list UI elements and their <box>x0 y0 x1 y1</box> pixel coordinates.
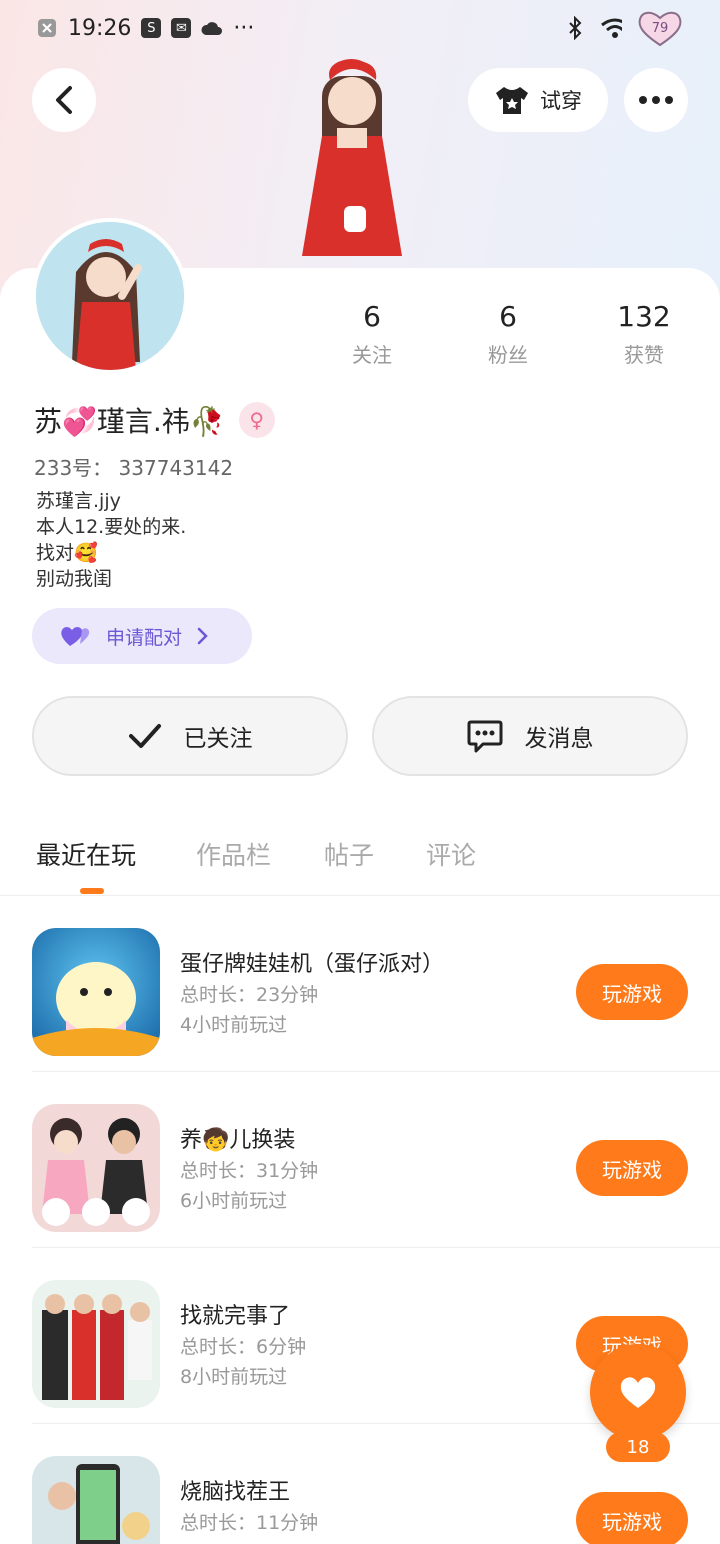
game-title: 蛋仔牌娃娃机（蛋仔派对） <box>180 952 445 977</box>
bottom-edge <box>0 1538 720 1544</box>
try-on-label: 试穿 <box>540 89 582 113</box>
game-list-item[interactable]: 蛋仔牌娃娃机（蛋仔派对） 总时长：23分钟 4小时前玩过 玩游戏 <box>0 896 720 1072</box>
send-message-button[interactable]: 发消息 <box>372 696 688 776</box>
bluetooth-icon <box>564 16 586 40</box>
stat-following[interactable]: 6 关注 <box>322 300 422 368</box>
clock: 19:26 <box>68 15 132 41</box>
female-gender-icon: ♀ <box>238 402 275 438</box>
bio-line: 找对🥰 <box>36 542 98 564</box>
play-game-button[interactable]: 玩游戏 <box>576 1140 688 1196</box>
user-nickname-row: 苏💞瑾言.祎🥀 ♀ <box>34 400 275 440</box>
active-tab-indicator <box>80 888 104 894</box>
bio-line: 本人12.要处的来. <box>36 516 187 538</box>
mail-notification-icon: ✉ <box>171 18 192 38</box>
likes-label: 获赞 <box>624 343 664 367</box>
double-heart-icon <box>61 627 90 646</box>
try-on-button[interactable]: 试穿 <box>468 68 608 132</box>
followed-button[interactable]: 已关注 <box>32 696 348 776</box>
likes-count: 132 <box>617 300 671 333</box>
followers-label: 粉丝 <box>488 343 528 367</box>
wifi-icon <box>600 17 622 39</box>
more-options-button[interactable] <box>624 68 688 132</box>
tab-works[interactable]: 作品栏 <box>196 836 271 872</box>
like-count-badge: 18 <box>606 1432 670 1462</box>
game-title: 找就完事了 <box>180 1304 291 1329</box>
shirt-icon <box>496 87 528 114</box>
followers-count: 6 <box>499 300 517 333</box>
more-notifications-icon: ··· <box>233 15 255 41</box>
app-notification-icon: S <box>141 18 162 38</box>
status-bar: 19:26 S ✉ ··· 79 <box>0 0 720 56</box>
following-label: 关注 <box>352 343 392 367</box>
notification-icon <box>36 17 58 39</box>
play-game-button[interactable]: 玩游戏 <box>576 964 688 1020</box>
game-icon <box>32 1456 160 1544</box>
game-title: 烧脑找茬王 <box>180 1480 291 1505</box>
apply-pair-label: 申请配对 <box>106 626 183 649</box>
chevron-left-icon <box>56 86 72 114</box>
back-button[interactable] <box>32 68 96 132</box>
apply-pair-button[interactable]: 申请配对 <box>32 608 252 664</box>
tab-comments[interactable]: 评论 <box>426 836 476 872</box>
following-count: 6 <box>363 300 381 333</box>
game-title: 养🧒儿换装 <box>180 1128 296 1153</box>
game-last-played: 8小时前玩过 <box>180 1366 288 1388</box>
send-message-label: 发消息 <box>524 726 594 752</box>
game-icon <box>32 928 160 1056</box>
bio-line: 苏瑾言.jjy <box>36 490 121 512</box>
game-icon <box>32 1280 160 1408</box>
game-list-item[interactable]: 养🧒儿换装 总时长：31分钟 6小时前玩过 玩游戏 <box>0 1072 720 1248</box>
battery-level: 79 <box>651 20 669 36</box>
tab-recently-played[interactable]: 最近在玩 <box>36 836 136 872</box>
more-icon <box>639 96 673 104</box>
game-duration: 总时长：6分钟 <box>180 1336 307 1358</box>
user-id[interactable]: 233号： 337743142 <box>34 452 233 481</box>
floating-like-button[interactable] <box>590 1344 686 1440</box>
game-last-played: 4小时前玩过 <box>180 1014 288 1036</box>
chat-bubble-icon <box>467 720 502 753</box>
followed-label: 已关注 <box>183 726 253 752</box>
game-last-played: 6小时前玩过 <box>180 1190 288 1212</box>
game-duration: 总时长：23分钟 <box>180 984 319 1006</box>
battery-icon: 79 <box>636 8 684 48</box>
game-duration: 总时长：31分钟 <box>180 1160 319 1182</box>
chevron-right-icon <box>197 627 208 645</box>
user-id-label: 233号： <box>34 456 113 480</box>
heart-icon <box>620 1377 656 1408</box>
character-3d-image <box>292 56 412 268</box>
game-duration: 总时长：11分钟 <box>180 1512 319 1534</box>
stat-likes[interactable]: 132 获赞 <box>594 300 694 368</box>
stat-followers[interactable]: 6 粉丝 <box>458 300 558 368</box>
play-game-button[interactable]: 玩游戏 <box>576 1492 688 1544</box>
game-icon <box>32 1104 160 1232</box>
cloud-icon <box>201 17 223 39</box>
user-nickname: 苏💞瑾言.祎🥀 <box>34 405 225 438</box>
checkmark-icon <box>128 724 161 748</box>
profile-tabs: 最近在玩 作品栏 帖子 评论 <box>0 830 720 896</box>
avatar[interactable] <box>32 218 188 374</box>
bio-line: 别动我闺 <box>36 568 113 590</box>
user-id-value: 337743142 <box>118 456 234 480</box>
tab-posts[interactable]: 帖子 <box>324 836 374 872</box>
user-bio: 苏瑾言.jjy 本人12.要处的来. 找对🥰 别动我闺 <box>36 488 186 592</box>
